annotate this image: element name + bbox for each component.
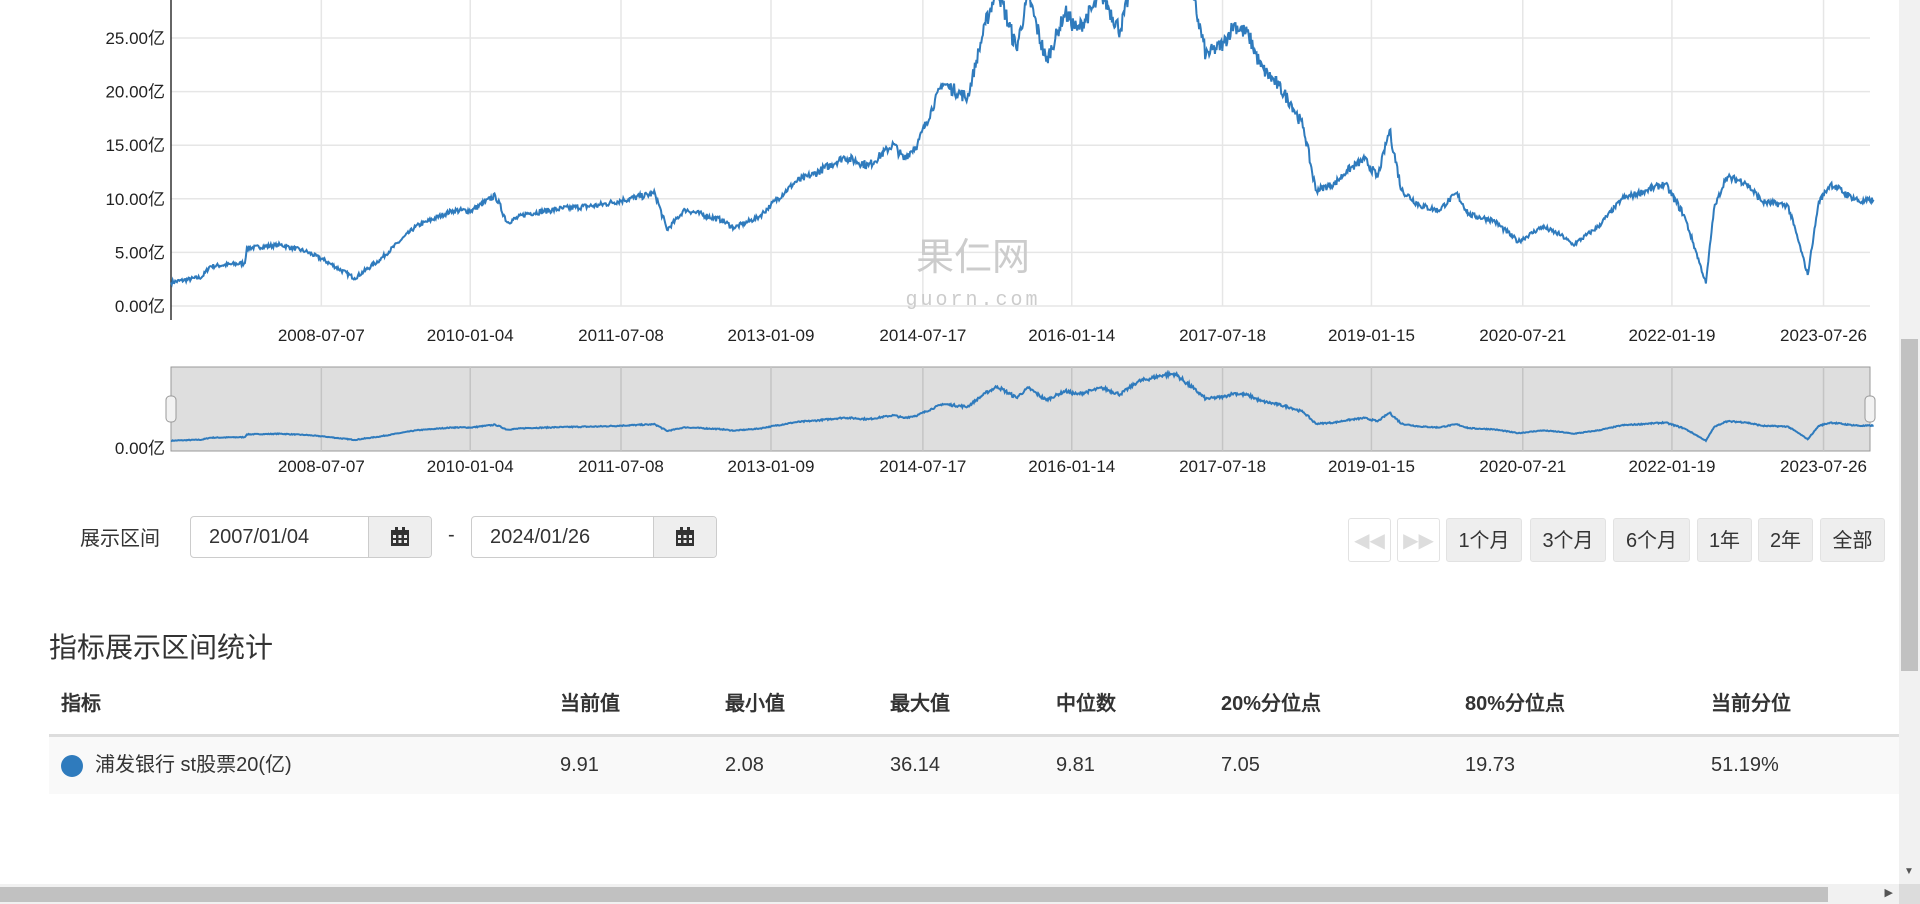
header-p20: 20%分位点 (1221, 693, 1322, 715)
cell-current: 9.91 (560, 754, 599, 776)
range-separator: - (448, 524, 455, 546)
x-tick-label: 2020-07-21 (1479, 326, 1566, 345)
navigator-background (170, 366, 1871, 452)
x-tick-label: 2022-01-19 (1628, 326, 1715, 345)
end-date-input[interactable]: 2024/01/26 (471, 516, 717, 558)
horizontal-scroll-thumb[interactable] (0, 887, 1828, 902)
range-2-year-button[interactable]: 2年 (1758, 518, 1813, 562)
range-3-month-button[interactable]: 3个月 (1530, 518, 1606, 562)
range-6-month-button[interactable]: 6个月 (1613, 518, 1690, 562)
cell-indicator: 浦发银行 st股票20(亿) (95, 754, 292, 776)
header-min: 最小值 (725, 693, 785, 715)
series-color-dot (61, 755, 83, 777)
vertical-scroll-thumb[interactable] (1901, 339, 1918, 671)
header-p80: 80%分位点 (1465, 693, 1566, 715)
double-left-icon: ◀◀ (1354, 530, 1385, 552)
calendar-icon[interactable] (653, 517, 716, 557)
x-tick-label: 2019-01-15 (1328, 326, 1415, 345)
x-tick-label: 2008-07-07 (278, 326, 365, 345)
y-tick-label: 0.00亿 (115, 297, 165, 316)
x-tick-label: 2023-07-26 (1780, 326, 1867, 345)
table-header: 指标 当前值 最小值 最大值 中位数 20%分位点 80%分位点 当前分位 (49, 684, 1899, 737)
range-label: 展示区间 (80, 528, 160, 550)
vertical-scrollbar[interactable]: ▼ (1899, 0, 1920, 884)
navigator-x-tick-label: 2014-07-17 (879, 457, 966, 476)
start-date-value[interactable]: 2007/01/04 (191, 517, 368, 557)
table-row: 浦发银行 st股票20(亿) 9.91 2.08 36.14 9.81 7.05… (49, 737, 1899, 794)
header-percentile: 当前分位 (1711, 693, 1791, 715)
y-tick-label: 10.00亿 (105, 190, 165, 209)
watermark: 果仁网 (916, 237, 1030, 279)
cell-p80: 19.73 (1465, 754, 1516, 776)
cell-p20: 7.05 (1221, 754, 1260, 776)
stats-table: 指标 当前值 最小值 最大值 中位数 20%分位点 80%分位点 当前分位 浦发… (49, 684, 1899, 794)
navigator-left-handle[interactable] (165, 395, 177, 423)
prev-period-button[interactable]: ◀◀ (1348, 518, 1391, 562)
calendar-icon[interactable] (368, 517, 431, 557)
navigator-right-handle[interactable] (1864, 395, 1876, 423)
y-tick-label: 5.00亿 (115, 243, 165, 262)
header-median: 中位数 (1056, 693, 1116, 715)
range-all-button[interactable]: 全部 (1820, 518, 1885, 562)
y-tick-label: 15.00亿 (105, 136, 165, 155)
header-indicator: 指标 (61, 693, 101, 715)
navigator-x-tick-label: 2023-07-26 (1780, 457, 1867, 476)
navigator-x-tick-label: 2010-01-04 (427, 457, 514, 476)
horizontal-scrollbar[interactable]: ▶ (0, 884, 1899, 904)
range-1-month-button[interactable]: 1个月 (1446, 518, 1522, 562)
navigator-x-tick-label: 2016-01-14 (1028, 457, 1115, 476)
cell-max: 36.14 (890, 754, 941, 776)
x-tick-label: 2010-01-04 (427, 326, 514, 345)
range-1-year-button[interactable]: 1年 (1697, 518, 1752, 562)
line-chart: 0.00亿 5.00亿 10.00亿 15.00亿 20.00亿 25.00亿 2008-0… (105, 0, 1876, 476)
navigator-x-tick-label: 2011-07-08 (578, 457, 664, 476)
stats-title: 指标展示区间统计 (49, 632, 274, 663)
x-tick-label: 2017-07-18 (1179, 326, 1266, 345)
cell-percentile: 51.19% (1711, 754, 1779, 776)
navigator-x-tick-label: 2022-01-19 (1628, 457, 1715, 476)
navigator-x-tick-label: 2013-01-09 (728, 457, 815, 476)
x-tick-label: 2016-01-14 (1028, 326, 1115, 345)
end-date-value[interactable]: 2024/01/26 (472, 517, 653, 557)
scrollbar-corner (1899, 884, 1920, 904)
navigator-y-tick-label: 0.00亿 (115, 439, 165, 458)
y-tick-label: 25.00亿 (105, 29, 165, 48)
navigator-x-tick-label: 2020-07-21 (1479, 457, 1566, 476)
y-tick-label: 20.00亿 (105, 83, 165, 102)
next-period-button[interactable]: ▶▶ (1397, 518, 1440, 562)
cell-median: 9.81 (1056, 754, 1095, 776)
scroll-down-icon[interactable]: ▼ (1904, 866, 1914, 877)
navigator-x-tick-label: 2017-07-18 (1179, 457, 1266, 476)
header-current: 当前值 (560, 693, 620, 715)
watermark: guorn.com (905, 289, 1040, 312)
x-tick-label: 2011-07-08 (578, 326, 664, 345)
start-date-input[interactable]: 2007/01/04 (190, 516, 432, 558)
scroll-right-icon[interactable]: ▶ (1885, 886, 1893, 899)
navigator-x-tick-label: 2019-01-15 (1328, 457, 1415, 476)
double-right-icon: ▶▶ (1403, 530, 1434, 552)
x-tick-label: 2014-07-17 (879, 326, 966, 345)
navigator-x-tick-label: 2008-07-07 (278, 457, 365, 476)
x-tick-label: 2013-01-09 (728, 326, 815, 345)
cell-min: 2.08 (725, 754, 764, 776)
header-max: 最大值 (890, 693, 950, 715)
